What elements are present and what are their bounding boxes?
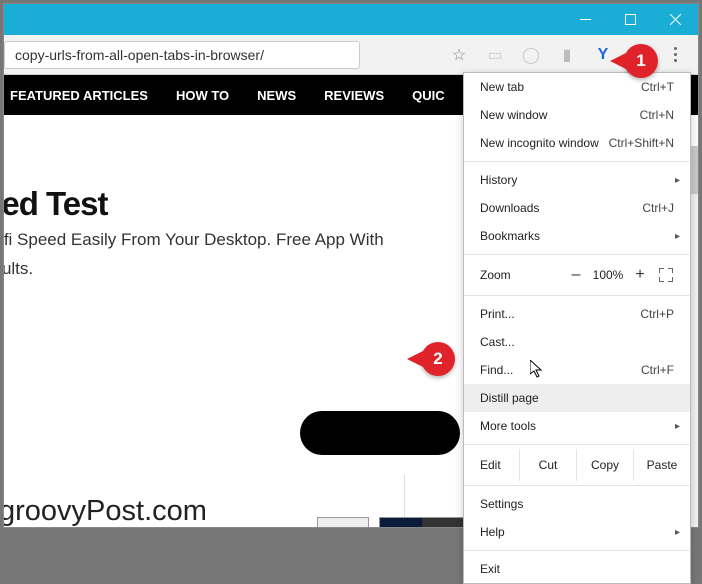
menu-edit-label: Edit [464, 449, 519, 481]
ad-button[interactable] [300, 411, 460, 455]
star-icon[interactable]: ☆ [450, 46, 468, 64]
thumbnail[interactable] [317, 517, 369, 527]
menu-cast[interactable]: Cast... [464, 328, 690, 356]
menu-separator [464, 550, 690, 551]
thumbnail-row [317, 517, 465, 527]
nav-item[interactable]: QUIC [412, 88, 445, 103]
menu-separator [464, 254, 690, 255]
menu-new-window[interactable]: New windowCtrl+N [464, 101, 690, 129]
extension-icon-1[interactable]: ▭ [486, 46, 504, 64]
cursor-icon [530, 360, 546, 380]
menu-downloads[interactable]: DownloadsCtrl+J [464, 194, 690, 222]
extension-icon-3[interactable]: ▮ [558, 46, 576, 64]
dots-icon [674, 47, 677, 50]
nav-item[interactable]: FEATURED ARTICLES [10, 88, 148, 103]
toolbar: copy-urls-from-all-open-tabs-in-browser/… [4, 35, 698, 75]
close-button[interactable] [653, 4, 698, 35]
chevron-right-icon: ▸ [675, 231, 680, 242]
chevron-right-icon: ▸ [675, 421, 680, 432]
zoom-value: 100% [588, 268, 628, 282]
menu-find[interactable]: Find...Ctrl+F [464, 356, 690, 384]
menu-copy[interactable]: Copy [576, 449, 633, 481]
minimize-button[interactable] [563, 4, 608, 35]
menu-exit[interactable]: Exit [464, 555, 690, 583]
menu-zoom: Zoom – 100% + [464, 259, 690, 291]
annotation-callout-2: 2 [421, 342, 455, 376]
menu-new-incognito[interactable]: New incognito windowCtrl+Shift+N [464, 129, 690, 157]
thumbnail[interactable] [379, 517, 465, 527]
menu-print[interactable]: Print...Ctrl+P [464, 300, 690, 328]
menu-distill-page[interactable]: Distill page [464, 384, 690, 412]
menu-bookmarks[interactable]: Bookmarks▸ [464, 222, 690, 250]
menu-help[interactable]: Help▸ [464, 518, 690, 546]
chevron-right-icon: ▸ [675, 527, 680, 538]
menu-history[interactable]: History▸ [464, 166, 690, 194]
menu-separator [464, 444, 690, 445]
maximize-button[interactable] [608, 4, 653, 35]
menu-paste[interactable]: Paste [633, 449, 690, 481]
titlebar [4, 4, 698, 35]
menu-separator [464, 295, 690, 296]
nav-item[interactable]: NEWS [257, 88, 296, 103]
menu-cut[interactable]: Cut [519, 449, 576, 481]
menu-more-tools[interactable]: More tools▸ [464, 412, 690, 440]
menu-button[interactable] [666, 46, 684, 64]
annotation-callout-1: 1 [624, 44, 658, 78]
nav-item[interactable]: HOW TO [176, 88, 229, 103]
menu-new-tab[interactable]: New tabCtrl+T [464, 73, 690, 101]
toolbar-icons: ☆ ▭ ◯ ▮ Y [450, 46, 698, 64]
extension-icon-2[interactable]: ◯ [522, 46, 540, 64]
fullscreen-icon[interactable] [658, 267, 674, 283]
chrome-menu: New tabCtrl+T New windowCtrl+N New incog… [463, 72, 691, 584]
nav-item[interactable]: REVIEWS [324, 88, 384, 103]
site-logo[interactable]: groovyPost.com [4, 495, 207, 527]
zoom-in-button[interactable]: + [628, 266, 652, 284]
zoom-out-button[interactable]: – [564, 266, 588, 284]
menu-separator [464, 485, 690, 486]
chevron-right-icon: ▸ [675, 175, 680, 186]
menu-settings[interactable]: Settings [464, 490, 690, 518]
address-bar[interactable]: copy-urls-from-all-open-tabs-in-browser/ [4, 41, 360, 69]
menu-edit-row: Edit Cut Copy Paste [464, 449, 690, 481]
menu-separator [464, 161, 690, 162]
